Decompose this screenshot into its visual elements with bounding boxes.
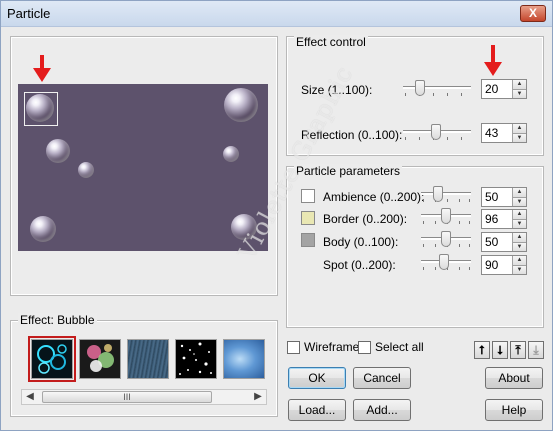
ambience-slider[interactable] (421, 185, 471, 203)
body-input[interactable] (483, 234, 511, 250)
bubble-thumb-icon (37, 344, 67, 374)
size-slider[interactable] (403, 79, 471, 97)
scroll-right-icon[interactable]: ▶ (250, 390, 266, 404)
spin-down-icon[interactable]: ▼ (512, 219, 526, 228)
preview-canvas[interactable] (18, 84, 268, 251)
bubble-particle (223, 146, 239, 162)
spot-slider-knob[interactable] (439, 254, 449, 270)
stars-thumb-icon (179, 342, 212, 375)
ambience-spinbox[interactable]: ▲▼ (481, 187, 527, 207)
border-color-swatch[interactable] (301, 211, 315, 225)
effect-scrollbar[interactable]: ◀ III ▶ (21, 389, 267, 405)
size-slider-knob[interactable] (415, 80, 425, 96)
border-slider[interactable] (421, 207, 471, 225)
move-bottom-icon[interactable]: ⤓ (528, 341, 544, 359)
glow-thumb-icon (87, 344, 114, 372)
body-color-swatch[interactable] (301, 233, 315, 247)
ambience-slider-knob[interactable] (433, 186, 443, 202)
close-button[interactable]: X (520, 5, 546, 22)
spin-down-icon[interactable]: ▼ (512, 133, 526, 142)
body-slider[interactable] (421, 230, 471, 248)
spin-up-icon[interactable]: ▲ (512, 233, 526, 242)
particle-dialog: Particle X Effect: Bubble ◀ III ▶ Effect… (0, 0, 553, 431)
ambience-input[interactable] (483, 189, 511, 205)
cancel-button[interactable]: Cancel (353, 367, 411, 389)
bubble-particle (78, 162, 94, 178)
move-up-icon[interactable]: ⭡ (474, 341, 490, 359)
select-all-label: Select all (375, 340, 424, 354)
load-button[interactable]: Load... (288, 399, 346, 421)
wireframe-checkbox[interactable] (287, 341, 300, 354)
spin-up-icon[interactable]: ▲ (512, 256, 526, 265)
spot-spinbox[interactable]: ▲▼ (481, 255, 527, 275)
annotation-arrow-icon (484, 62, 502, 76)
select-all-checkbox[interactable] (358, 341, 371, 354)
border-slider-knob[interactable] (441, 208, 451, 224)
spot-input[interactable] (483, 257, 511, 273)
spin-up-icon[interactable]: ▲ (512, 80, 526, 89)
reflection-spinbox[interactable]: ▲▼ (481, 123, 527, 143)
body-spinbox[interactable]: ▲▼ (481, 232, 527, 252)
border-input[interactable] (483, 211, 511, 227)
bubble-particle (224, 88, 258, 122)
effect-thumb-stars[interactable] (175, 339, 217, 379)
ok-button[interactable]: OK (288, 367, 346, 389)
reflection-slider[interactable] (403, 123, 471, 141)
scroll-left-icon[interactable]: ◀ (22, 390, 38, 404)
effect-thumb-bubble[interactable] (28, 336, 76, 382)
spot-label: Spot (0..200): (323, 258, 396, 272)
spin-up-icon[interactable]: ▲ (512, 188, 526, 197)
reflection-slider-knob[interactable] (431, 124, 441, 140)
effect-thumb-cloud[interactable] (223, 339, 265, 379)
spin-up-icon[interactable]: ▲ (512, 210, 526, 219)
help-button[interactable]: Help (485, 399, 543, 421)
border-label: Border (0..200): (323, 212, 408, 226)
spot-slider[interactable] (421, 253, 471, 271)
about-button[interactable]: About (485, 367, 543, 389)
spin-up-icon[interactable]: ▲ (512, 124, 526, 133)
bubble-particle (30, 216, 56, 242)
bubble-particle (46, 139, 70, 163)
annotation-arrow-stem (40, 55, 44, 69)
effect-thumb-glow[interactable] (79, 339, 121, 379)
spin-down-icon[interactable]: ▼ (512, 197, 526, 206)
annotation-arrow-icon (33, 68, 51, 82)
effect-thumb-rain[interactable] (127, 339, 169, 379)
reflection-input[interactable] (483, 125, 511, 141)
spin-down-icon[interactable]: ▼ (512, 265, 526, 274)
selected-particle-outline[interactable] (24, 92, 58, 126)
window-title: Particle (7, 6, 51, 21)
size-spinbox[interactable]: ▲▼ (481, 79, 527, 99)
scroll-thumb[interactable]: III (42, 391, 212, 403)
spin-down-icon[interactable]: ▼ (512, 242, 526, 251)
border-spinbox[interactable]: ▲▼ (481, 209, 527, 229)
ambience-label: Ambience (0..200): (323, 190, 425, 204)
body-slider-knob[interactable] (441, 231, 451, 247)
particle-parameters-label: Particle parameters (294, 164, 403, 178)
annotation-arrow-stem (491, 45, 495, 63)
move-down-icon[interactable]: ⭣ (492, 341, 508, 359)
move-top-icon[interactable]: ⤒ (510, 341, 526, 359)
add-button[interactable]: Add... (353, 399, 411, 421)
title-bar: Particle X (1, 1, 552, 27)
effect-control-label: Effect control (294, 35, 368, 49)
ambience-color-swatch[interactable] (301, 189, 315, 203)
wireframe-label: Wireframe (304, 340, 360, 354)
size-input[interactable] (483, 81, 511, 97)
body-label: Body (0..100): (323, 235, 399, 249)
spin-down-icon[interactable]: ▼ (512, 89, 526, 98)
effect-group-label: Effect: Bubble (18, 313, 97, 327)
